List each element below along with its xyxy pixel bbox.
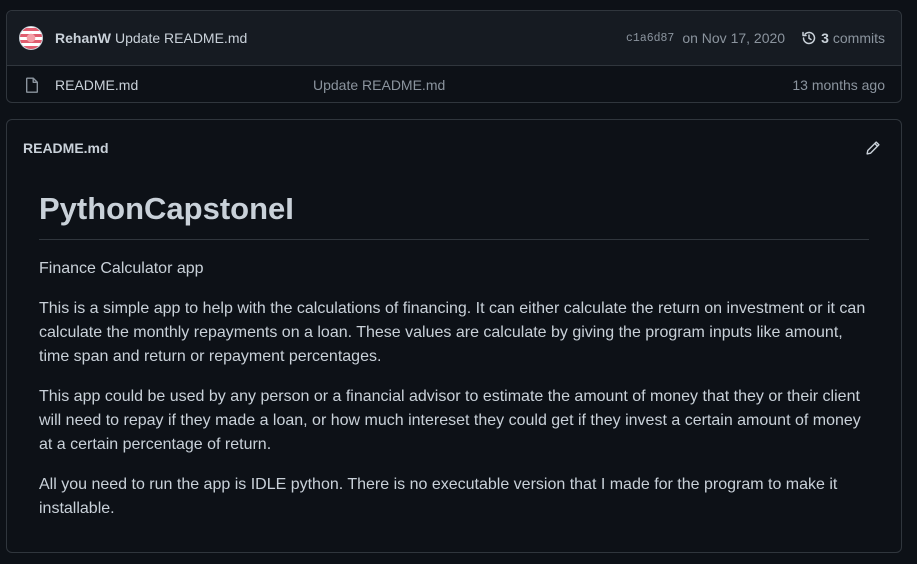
- commit-date: on Nov 17, 2020: [682, 30, 786, 46]
- commit-author-link[interactable]: RehanW: [55, 30, 111, 46]
- readme-content: PythonCapstoneI Finance Calculator app T…: [7, 176, 901, 521]
- file-name-link[interactable]: README.md: [55, 77, 313, 93]
- readme-box: README.md PythonCapstoneI Finance Calcul…: [6, 119, 902, 553]
- file-commit-message-link[interactable]: Update README.md: [313, 77, 445, 93]
- commits-label[interactable]: commits: [833, 30, 885, 46]
- latest-commit-box: RehanW Update README.md c1a6d87 on Nov 1…: [6, 10, 902, 103]
- commit-sha-link[interactable]: c1a6d87: [626, 32, 674, 45]
- readme-file-label[interactable]: README.md: [23, 140, 109, 156]
- readme-header: README.md: [7, 120, 901, 176]
- avatar[interactable]: [19, 26, 43, 50]
- history-icon[interactable]: [801, 30, 817, 46]
- readme-paragraph: All you need to run the app is IDLE pyth…: [39, 476, 838, 518]
- commit-message-link[interactable]: Update README.md: [115, 30, 247, 46]
- commit-header: RehanW Update README.md c1a6d87 on Nov 1…: [7, 11, 901, 66]
- file-row: README.md Update README.md 13 months ago: [7, 66, 901, 102]
- readme-paragraph: Finance Calculator app: [39, 260, 204, 278]
- readme-paragraph: This app could be used by any person or …: [39, 388, 861, 454]
- readme-heading: PythonCapstoneI: [39, 190, 869, 241]
- file-icon: [25, 77, 39, 93]
- commit-count[interactable]: 3: [821, 30, 829, 46]
- readme-paragraph: This is a simple app to help with the ca…: [39, 300, 866, 366]
- file-age: 13 months ago: [792, 76, 885, 93]
- pencil-icon[interactable]: [865, 140, 881, 156]
